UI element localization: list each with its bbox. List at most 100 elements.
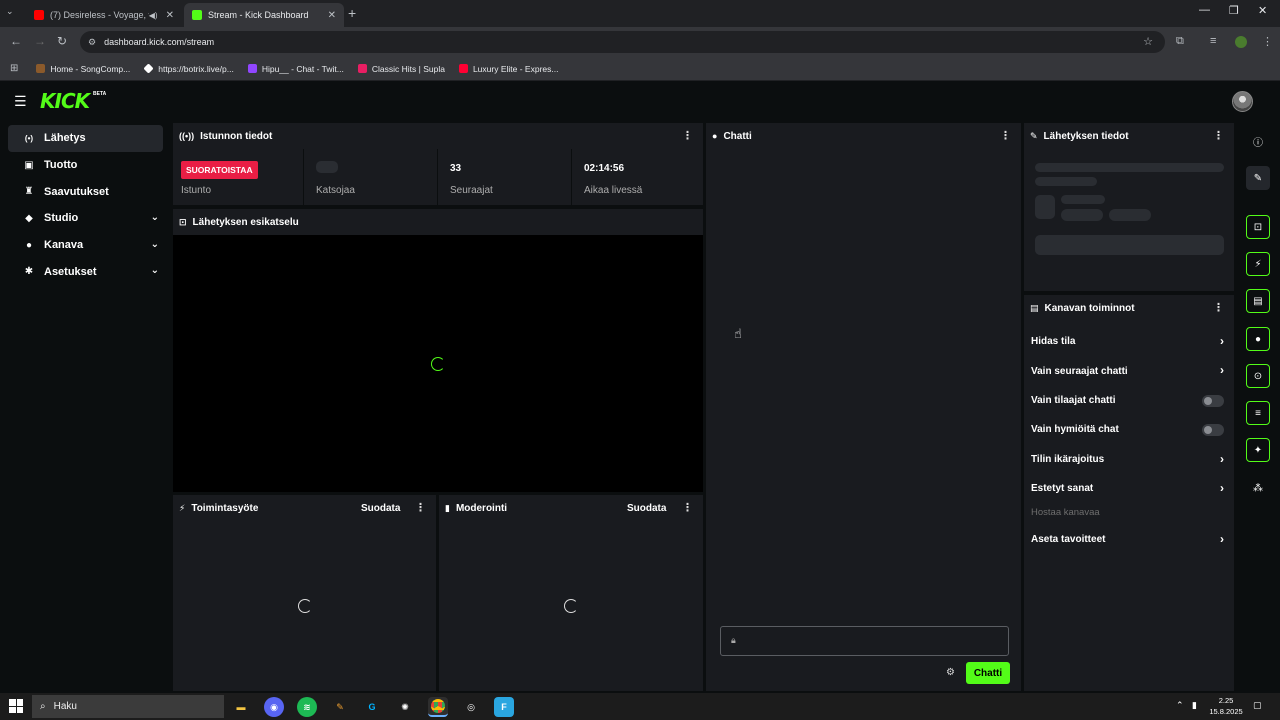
chrome-icon[interactable] [428, 697, 448, 717]
app-icon[interactable]: ✎ [330, 697, 350, 717]
preview-header: ⊡ Lähetyksen esikatselu [173, 209, 703, 235]
document-icon[interactable]: ▤ [1246, 289, 1270, 313]
bookmark-item[interactable]: Home - SongComp... [36, 64, 130, 74]
notification-icon[interactable]: ▢ [1253, 700, 1262, 711]
lightning-icon[interactable]: ⚡ [1246, 252, 1270, 276]
kebab-menu-icon[interactable]: ⋮ [1000, 129, 1011, 142]
spotify-icon[interactable]: ≋ [297, 697, 317, 717]
bookmark-item[interactable]: https://botrix.live/p... [143, 63, 234, 74]
microphone-icon[interactable]: ▮ [1192, 700, 1197, 711]
action-age-restriction[interactable]: Tilin ikärajoitus › [1024, 445, 1234, 474]
panel-title: Lähetyksen esikatselu [192, 216, 299, 228]
shield-icon: ▮ [445, 502, 450, 513]
action-followers-only[interactable]: Vain seuraajat chatti › [1024, 356, 1234, 385]
chat-settings-icon[interactable]: ⚙ [946, 667, 955, 678]
sidebar-item-label: Kanava [44, 239, 84, 252]
settings-icon: ✱ [24, 266, 34, 278]
tab-search-icon[interactable]: ⌄ [6, 6, 14, 17]
chat-input-box[interactable]: 🔒︎ [720, 626, 1009, 656]
minimize-icon[interactable]: — [1199, 4, 1210, 16]
reload-icon[interactable]: ↻ [57, 34, 67, 48]
taskbar-search[interactable]: ⌕ Haku [32, 695, 224, 718]
info-icon[interactable]: ⓘ [1246, 129, 1270, 153]
action-emotes-only: Vain hymiöitä chat [1024, 415, 1234, 444]
stream-info-panel: ✎ Lähetyksen tiedot ⋮ [1024, 123, 1234, 291]
browser-menu-icon[interactable]: ⋮ [1262, 35, 1273, 48]
kebab-menu-icon[interactable]: ⋮ [682, 501, 693, 514]
close-tab-icon[interactable]: ✕ [328, 10, 336, 21]
chat-header: ● Chatti ⋮ [706, 123, 1021, 149]
tray-chevron-icon[interactable]: ⌃ [1176, 700, 1184, 711]
extensions-icon[interactable]: ⧉ [1176, 35, 1184, 48]
bookmark-item[interactable]: Classic Hits | Supla [357, 64, 445, 74]
media-control-icon[interactable]: ≡ [1210, 35, 1216, 47]
address-bar: ← → ↻ ⚙ dashboard.kick.com/stream ☆ ⧉ ≡ … [0, 27, 1280, 57]
sidebar-item-saavutukset[interactable]: ♜ Saavutukset [8, 178, 163, 205]
app-icon[interactable]: F [494, 697, 514, 717]
file-explorer-icon[interactable]: ▬ [231, 697, 251, 717]
bookmark-star-icon[interactable]: ☆ [1143, 35, 1153, 48]
loading-skeleton [1035, 163, 1224, 172]
sidebar-item-studio[interactable]: ◆ Studio ⌄ [8, 205, 163, 232]
new-tab-icon[interactable]: + [348, 5, 356, 21]
apps-grid-icon[interactable]: ⊞ [10, 63, 18, 74]
windows-start-icon[interactable] [9, 699, 23, 713]
profile-icon[interactable] [1235, 36, 1247, 48]
obs-icon[interactable]: ◎ [461, 697, 481, 717]
kebab-menu-icon[interactable]: ⋮ [1213, 129, 1224, 142]
broadcast-icon[interactable]: ⊙ [1246, 364, 1270, 388]
sidebar-item-tuotto[interactable]: ▣ Tuotto [8, 152, 163, 179]
scan-icon[interactable]: ⊡ [1246, 215, 1270, 239]
user-avatar[interactable] [1232, 91, 1253, 112]
chat-send-button[interactable]: Chatti [966, 662, 1010, 684]
forward-icon[interactable]: → [34, 34, 46, 48]
bookmark-item[interactable]: Luxury Elite - Expres... [458, 64, 558, 74]
live-time-stat: 02:14:56 Aikaa livessä [572, 149, 703, 205]
discord-icon[interactable]: ◉ [264, 697, 284, 717]
action-set-goals[interactable]: Aseta tavoitteet › [1024, 525, 1234, 554]
taskbar-clock[interactable]: 2.25 15.8.2025 [1204, 695, 1248, 717]
close-tab-icon[interactable]: ✕ [166, 10, 174, 21]
emotes-only-toggle[interactable] [1202, 424, 1224, 437]
action-slow-mode[interactable]: Hidas tila › [1024, 327, 1234, 356]
browser-tab-kick[interactable]: Stream - Kick Dashboard ✕ [184, 3, 344, 27]
subscribers-only-toggle[interactable] [1202, 394, 1224, 407]
sidebar-item-kanava[interactable]: ● Kanava ⌄ [8, 232, 163, 259]
session-info-panel: ((•)) Istunnon tiedot ⋮ SUORATOISTAA Ist… [173, 123, 703, 205]
wrench-icon[interactable]: ✦ [1246, 438, 1270, 462]
chat-message-input[interactable] [745, 630, 1003, 652]
hamburger-menu-icon[interactable]: ☰ [14, 93, 27, 110]
kick-favicon-icon [192, 10, 202, 20]
sidebar-item-asetukset[interactable]: ✱ Asetukset ⌄ [8, 258, 163, 285]
bookmark-item[interactable]: Hipu__ - Chat - Twit... [247, 64, 344, 74]
sidebar-item-label: Saavutukset [44, 185, 109, 198]
kebab-menu-icon[interactable]: ⋮ [415, 501, 426, 514]
logitech-icon[interactable]: G [362, 697, 382, 717]
url-omnibox[interactable]: ⚙ dashboard.kick.com/stream ☆ [80, 31, 1165, 53]
chat-bubble-icon[interactable]: ● [1246, 327, 1270, 351]
back-icon[interactable]: ← [10, 34, 22, 48]
browser-tab-bar: ⌄ (7) Desireless - Voyage, voy ◀) ✕ Stre… [0, 0, 1280, 27]
loading-skeleton [1109, 209, 1151, 221]
sidebar-item-lahetys[interactable]: (•) Lähetys [8, 125, 163, 152]
kebab-menu-icon[interactable]: ⋮ [682, 129, 693, 142]
kick-logo[interactable]: KICK [40, 89, 90, 113]
app-icon[interactable]: ✺ [395, 697, 415, 717]
tab-audio-icon[interactable]: ◀) [149, 11, 158, 20]
edit-icon[interactable]: ✎ [1246, 166, 1270, 190]
chevron-right-icon: › [1220, 481, 1224, 495]
browser-tab-youtube[interactable]: (7) Desireless - Voyage, voy ◀) ✕ [26, 3, 182, 27]
close-window-icon[interactable]: ✕ [1258, 4, 1267, 17]
kebab-menu-icon[interactable]: ⋮ [1213, 301, 1224, 314]
site-info-icon[interactable]: ⚙ [88, 37, 96, 48]
maximize-icon[interactable]: ❐ [1229, 4, 1239, 17]
apps-icon[interactable]: ⁂ [1246, 476, 1270, 500]
stack-icon[interactable]: ≡ [1246, 401, 1270, 425]
filter-button[interactable]: Suodata [361, 503, 400, 514]
filter-button[interactable]: Suodata [627, 503, 666, 514]
app-top-bar: ☰ KICK BETA [0, 81, 1280, 121]
sidebar-item-label: Asetukset [44, 265, 97, 278]
chevron-right-icon: › [1220, 532, 1224, 546]
sidebar-item-label: Lähetys [44, 132, 86, 145]
windows-taskbar: ⌕ Haku ▬ ◉ ≋ ✎ G ✺ ◎ F ⌃ ▮ 2.25 15.8.202… [0, 693, 1280, 720]
